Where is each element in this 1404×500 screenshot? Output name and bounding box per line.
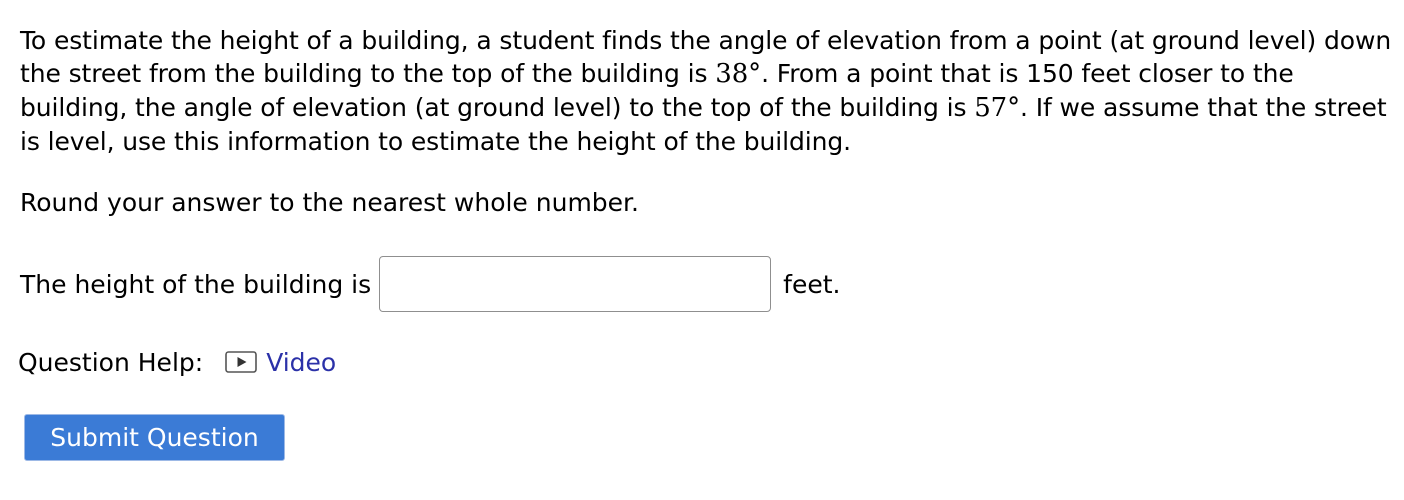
question-paragraph: To estimate the height of a building, a … [20,24,1395,158]
answer-row: The height of the building is feet. [20,254,840,314]
answer-unit: feet. [783,269,841,299]
question-text: To estimate the height of a building, a … [20,24,1395,158]
angle-38: 38° [715,59,762,89]
rounding-instruction: Round your answer to the nearest whole n… [20,188,639,217]
question-help-label: Question Help: [18,347,204,377]
submit-question-button[interactable]: Submit Question [24,414,285,461]
video-link-label: Video [266,347,337,377]
height-answer-input[interactable] [379,256,772,312]
video-help-link[interactable]: Video [225,348,336,377]
angle-57: 57° [974,93,1021,123]
answer-prefix: The height of the building is [20,269,372,299]
question-help: Question Help: Video [18,342,336,382]
play-icon [225,351,257,373]
